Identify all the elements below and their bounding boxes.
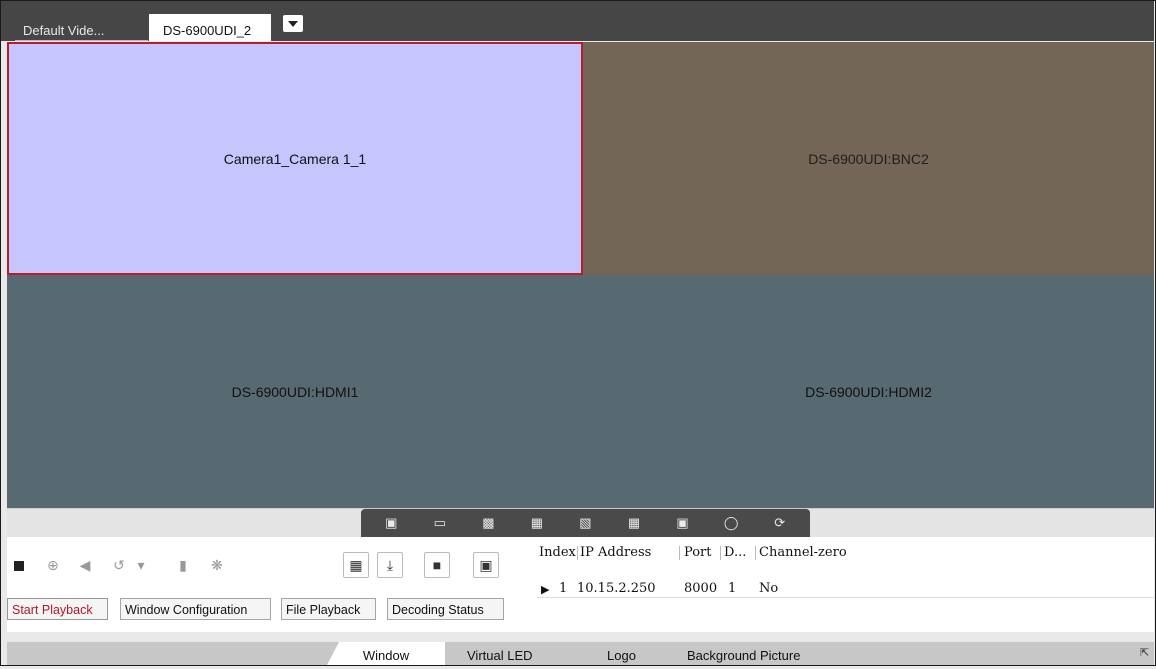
wall-window-hdmi2[interactable]: DS-6900UDI:HDMI2 (583, 275, 1154, 508)
lock-icon[interactable]: ■ (424, 552, 450, 578)
column-header-port[interactable]: Port (684, 545, 712, 560)
tab-virtual-led[interactable]: Virtual LED (467, 642, 533, 665)
column-separator[interactable] (755, 546, 756, 560)
wall-window-camera1[interactable]: Camera1_Camera 1_1 (7, 42, 583, 275)
audio-icon[interactable]: ◀ (75, 555, 95, 575)
row-ip: 10.15.2.250 (577, 581, 656, 596)
window-configuration-button[interactable]: Window Configuration (120, 598, 271, 620)
tab-ds-6900udi-2[interactable]: DS-6900UDI_2 (149, 14, 271, 41)
window-layout-icon[interactable]: ▦ (343, 552, 369, 578)
column-separator[interactable] (577, 546, 578, 560)
monitor-icon[interactable]: ▭ (432, 516, 448, 530)
fullscreen-icon[interactable]: ▣ (675, 516, 691, 530)
zoom-in-icon[interactable]: ⊕ (43, 555, 63, 575)
video-wall: Camera1_Camera 1_1 DS-6900UDI:BNC2 DS-69… (7, 42, 1154, 508)
resize-icon[interactable]: ⇱ (1140, 646, 1154, 660)
column-separator[interactable] (679, 546, 680, 560)
tab-logo[interactable]: Logo (607, 642, 636, 665)
ptz-icon[interactable]: ❋ (207, 555, 227, 575)
column-separator[interactable] (720, 546, 721, 560)
image-remove-icon[interactable]: ▧ (577, 516, 593, 530)
wall-window-bnc2[interactable]: DS-6900UDI:BNC2 (583, 42, 1154, 275)
row-d: 1 (728, 581, 737, 596)
chevron-down-icon (288, 21, 298, 27)
column-header-index[interactable]: Index (539, 545, 576, 560)
record-camera-icon[interactable]: ▮ (173, 555, 193, 575)
tab-background-picture[interactable]: Background Picture (687, 642, 800, 665)
rewind-icon[interactable]: ↺ (109, 555, 129, 575)
column-header-ip[interactable]: IP Address (580, 545, 651, 560)
device-table: Index IP Address Port D... Channel-zero … (537, 537, 1154, 632)
row-expand-icon[interactable]: ▶ (541, 583, 549, 596)
image-icon[interactable]: ▦ (529, 516, 545, 530)
video-wall-tab-bar: Default Vide... DS-6900UDI_2 (1, 1, 1154, 41)
fit-window-icon[interactable]: ▣ (473, 552, 499, 578)
split-icon[interactable]: ▦ (626, 516, 642, 530)
row-index: 1 (559, 581, 568, 596)
wall-window-hdmi1[interactable]: DS-6900UDI:HDMI1 (7, 275, 583, 508)
row-divider (537, 597, 1154, 598)
row-channel-zero: No (759, 581, 779, 596)
tab-default-video-wall[interactable]: Default Vide... (15, 14, 148, 41)
play-window-icon[interactable]: ▣ (383, 516, 399, 530)
tab-window[interactable]: Window (327, 642, 445, 665)
roam-icon[interactable]: ◯ (723, 516, 739, 530)
start-playback-button[interactable]: Start Playback (7, 598, 108, 620)
bottom-tab-bar: Window Virtual LED Logo Background Pictu… (7, 642, 1154, 665)
control-panel: ⊕ ◀ ↺ ▾ ▮ ❋ ▦ ⤓ ■ ▣ Start Playback Windo… (7, 537, 537, 632)
column-header-d[interactable]: D... (724, 545, 746, 560)
download-icon[interactable]: ⤓ (377, 552, 403, 578)
file-playback-button[interactable]: File Playback (281, 598, 376, 620)
stop-icon[interactable] (9, 555, 29, 575)
row-port: 8000 (684, 581, 718, 596)
column-header-channel-zero[interactable]: Channel-zero (759, 545, 847, 560)
wall-toolbar: ▣ ▭ ▩ ▦ ▧ ▦ ▣ ◯ ⟳ (361, 509, 810, 537)
decoding-status-button[interactable]: Decoding Status (387, 598, 504, 620)
refresh-icon[interactable]: ⟳ (772, 516, 788, 530)
tab-dropdown-button[interactable] (283, 15, 303, 32)
rewind-dropdown-icon[interactable]: ▾ (131, 555, 151, 575)
clear-icon[interactable]: ▩ (480, 516, 496, 530)
